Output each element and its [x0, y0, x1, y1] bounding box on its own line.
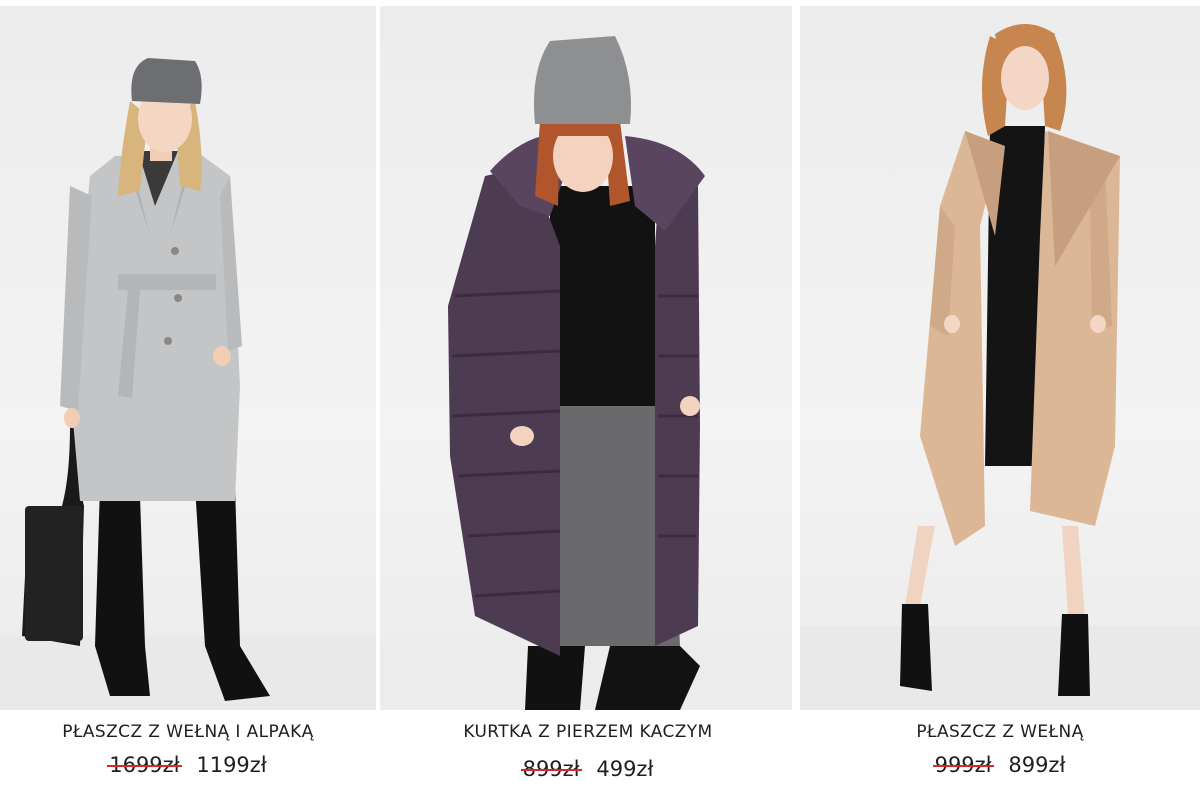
old-price-2: 899zł — [520, 757, 582, 781]
model-purple-jacket-illustration — [380, 36, 792, 710]
product-name-3[interactable]: PŁASZCZ Z WEŁNĄ — [800, 722, 1200, 742]
product-image-1[interactable] — [0, 6, 376, 710]
price-row-1: 1699zł 1199zł — [0, 753, 376, 777]
sale-price-1: 1199zł — [196, 753, 267, 777]
price-row-3: 999zł 899zł — [800, 753, 1200, 777]
model-camel-coat-illustration — [800, 24, 1200, 710]
old-price-1: 1699zł — [107, 753, 183, 777]
product-card-1[interactable]: PŁASZCZ Z WEŁNĄ I ALPAKĄ 1699zł 1199zł — [0, 0, 376, 800]
model-grey-coat-illustration — [0, 58, 376, 710]
product-card-3[interactable]: PŁASZCZ Z WEŁNĄ 999zł 899zł — [800, 0, 1200, 800]
product-grid: PŁASZCZ Z WEŁNĄ I ALPAKĄ 1699zł 1199zł K… — [0, 0, 1200, 800]
product-image-2[interactable] — [380, 6, 792, 710]
product-card-2[interactable]: KURTKA Z PIERZEM KACZYM 899zł 499zł — [380, 0, 796, 800]
price-row-2: 899zł 499zł — [380, 757, 796, 781]
sale-price-3: 899zł — [1008, 753, 1066, 777]
sale-price-2: 499zł — [596, 757, 654, 781]
old-price-3: 999zł — [932, 753, 994, 777]
product-name-2[interactable]: KURTKA Z PIERZEM KACZYM — [380, 722, 796, 742]
product-image-3[interactable] — [800, 6, 1200, 710]
product-name-1[interactable]: PŁASZCZ Z WEŁNĄ I ALPAKĄ — [0, 722, 376, 742]
